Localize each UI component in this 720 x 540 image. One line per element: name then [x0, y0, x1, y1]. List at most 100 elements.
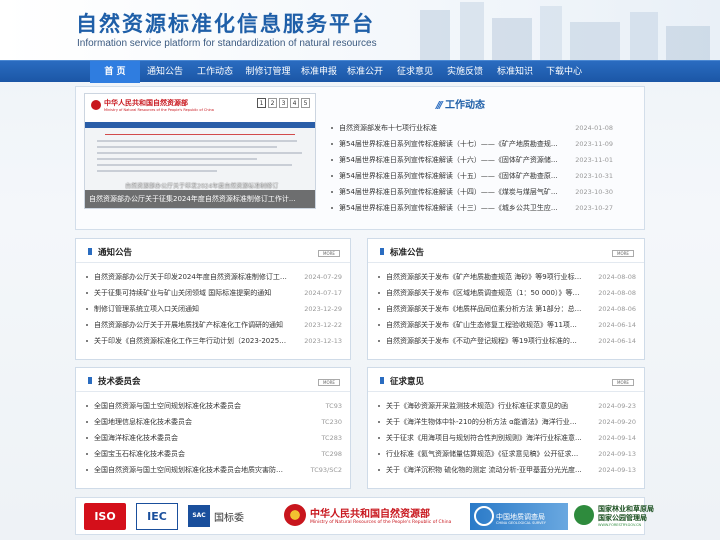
list-item[interactable]: 自然资源部办公厅关于印发2024年度自然资源标准制修订工作... 2024-07-… [86, 269, 342, 285]
list-item[interactable]: 全国自然资源与国土空间规划标准化技术委员会地质灾害防治... TC93/SC2 [86, 462, 342, 478]
list-item[interactable]: 第54届世界标准日系列宣传标准解读（十三）——《城乡公共卫生应... 2023-1… [331, 200, 613, 216]
opinion-list: 关于《海砂资源开采监测技术规范》行业标准征求意见的函 2024-09-23 关于《海… [378, 398, 636, 478]
iso-logo[interactable]: ISO [84, 503, 126, 530]
publish-more-button[interactable]: MORE [612, 250, 634, 257]
list-item[interactable]: 第54届世界标准日系列宣传标准解读（十七）——《矿产地质勘查规... 2023-1… [331, 136, 613, 152]
list-item-title[interactable]: 关于征求《用海项目与规划符合性判别规则》海洋行业标准意... [386, 430, 582, 446]
nav-knowledge[interactable]: 标准知识 [492, 61, 538, 83]
list-item-date: TC230 [321, 418, 342, 426]
list-item[interactable]: 自然资源部发布十七项行业标准 2024-01-08 [331, 120, 613, 136]
list-item[interactable]: 自然资源部办公厅关于开展地质找矿产标准化工作调研的通知 2023-12-22 [86, 317, 342, 333]
list-item[interactable]: 全国海洋标准化技术委员会 TC283 [86, 430, 342, 446]
list-item[interactable]: 关于印发《自然资源标准化工作三年行动计划（2023-2025年... 2023-1… [86, 333, 342, 349]
publish-box: 标准公告 MORE 自然资源部关于发布《矿产地质勘查规范 海砂》等9项行业标..… [367, 238, 645, 360]
banner-caption[interactable]: 自然资源部办公厅关于征集2024年度自然资源标准制修订工作计... [85, 190, 315, 208]
iec-logo[interactable]: IEC [136, 503, 178, 530]
committee-more-button[interactable]: MORE [318, 379, 340, 386]
sac-logo-text: 国标委 [214, 513, 244, 524]
nav-notice[interactable]: 通知公告 [142, 61, 188, 83]
list-item[interactable]: 全国自然资源与国土空间规划标准化技术委员会 TC93 [86, 398, 342, 414]
list-item-title[interactable]: 全国自然资源与国土空间规划标准化技术委员会 [94, 398, 288, 414]
list-item[interactable]: 关于征集可持续矿业与矿山关闭领域 国际标准提案的通知 2024-07-17 [86, 285, 342, 301]
list-item-title[interactable]: 第54届世界标准日系列宣传标准解读（十四）——《煤炭与煤层气矿... [339, 184, 559, 200]
banner-page-3[interactable]: 3 [279, 98, 288, 108]
list-item-title[interactable]: 全国自然资源与国土空间规划标准化技术委员会地质灾害防治... [94, 462, 288, 478]
list-item-title[interactable]: 第54届世界标准日系列宣传标准解读（十六）——《固体矿产资源储... [339, 152, 559, 168]
list-item[interactable]: 关于《海洋沉积物 硫化物的测定 流动分析-亚甲基蓝分光光度... 2024-09-… [378, 462, 636, 478]
nav-work-news[interactable]: 工作动态 [192, 61, 238, 83]
list-item-title[interactable]: 关于《海洋生物体中钋-210的分析方法 α能谱法》海洋行业标... [386, 414, 582, 430]
notice-more-button[interactable]: MORE [318, 250, 340, 257]
opinion-more-button[interactable]: MORE [612, 379, 634, 386]
list-item[interactable]: 自然资源部关于发布《地质样品同位素分析方法 第1部分：总... 2024-08-0… [378, 301, 636, 317]
mnr-logo[interactable]: 中华人民共和国自然资源部 Ministry of Natural Resourc… [284, 503, 458, 530]
list-item[interactable]: 自然资源部关于发布《矿山生态修复工程验收规范》等11项行... 2024-06-1… [378, 317, 636, 333]
list-item-title[interactable]: 自然资源部关于发布《地质样品同位素分析方法 第1部分：总... [386, 301, 582, 317]
sac-logo[interactable]: SAC 国标委 [188, 503, 278, 530]
list-item[interactable]: 关于征求《用海项目与规划符合性判别规则》海洋行业标准意... 2024-09-14 [378, 430, 636, 446]
bullet-icon [86, 308, 88, 310]
list-item-title[interactable]: 自然资源部关于发布《不动产登记规程》等19项行业标准的公告 [386, 333, 582, 349]
list-item[interactable]: 第54届世界标准日系列宣传标准解读（十四）——《煤炭与煤层气矿... 2023-1… [331, 184, 613, 200]
banner-caption-previous: 自然资源部办公厅关于印发2024年度自然资源标准制修订 [125, 183, 279, 190]
list-item-title[interactable]: 行业标准《氦气资源储量估算规范》《征求意见稿》公开征求... [386, 446, 582, 462]
list-item[interactable]: 全国宝玉石标准化技术委员会 TC298 [86, 446, 342, 462]
list-item-title[interactable]: 第54届世界标准日系列宣传标准解读（十五）——《固体矿产勘查原... [339, 168, 559, 184]
banner-slider[interactable]: 中华人民共和国自然资源部 Ministry of Natural Resourc… [84, 93, 316, 209]
banner-doc-line [97, 140, 297, 142]
list-item-title[interactable]: 第54届世界标准日系列宣传标准解读（十七）——《矿产地质勘查规... [339, 136, 559, 152]
nav-feedback[interactable]: 实施反馈 [442, 61, 488, 83]
geological-survey-logo[interactable]: 中国地质调查局 CHINA GEOLOGICAL SURVEY [470, 503, 568, 530]
bullet-icon [86, 421, 88, 423]
list-item-title[interactable]: 自然资源部关于发布《矿产地质勘查规范 海砂》等9项行业标... [386, 269, 582, 285]
bullet-icon [86, 469, 88, 471]
list-item-title[interactable]: 关于印发《自然资源标准化工作三年行动计划（2023-2025年... [94, 333, 288, 349]
list-item[interactable]: 关于《海砂资源开采监测技术规范》行业标准征求意见的函 2024-09-23 [378, 398, 636, 414]
nav-download[interactable]: 下载中心 [540, 61, 588, 83]
list-item-title[interactable]: 自然资源部发布十七项行业标准 [339, 120, 559, 136]
list-item-date: 2024-01-08 [575, 124, 613, 132]
list-item-date: 2024-09-23 [598, 402, 636, 410]
banner-doc-line [97, 158, 257, 160]
list-item[interactable]: 第54届世界标准日系列宣传标准解读（十六）——《固体矿产资源储... 2023-1… [331, 152, 613, 168]
list-item[interactable]: 全国地理信息标准化技术委员会 TC230 [86, 414, 342, 430]
list-item[interactable]: 制修订管理系统立项入口关闭通知 2023-12-29 [86, 301, 342, 317]
committee-box: 技术委员会 MORE 全国自然资源与国土空间规划标准化技术委员会 TC93 全国地理… [75, 367, 351, 489]
list-item-title[interactable]: 全国宝玉石标准化技术委员会 [94, 446, 288, 462]
banner-page-5[interactable]: 5 [301, 98, 310, 108]
banner-page-2[interactable]: 2 [268, 98, 277, 108]
banner-page-4[interactable]: 4 [290, 98, 299, 108]
nav-revision[interactable]: 制修订管理 [242, 61, 294, 83]
list-item[interactable]: 自然资源部关于发布《区域地质调查规范（1：50 000）》等2... 2024-0… [378, 285, 636, 301]
nav-declaration[interactable]: 标准申报 [296, 61, 342, 83]
list-item-title[interactable]: 自然资源部关于发布《矿山生态修复工程验收规范》等11项行... [386, 317, 582, 333]
forestry-logo[interactable]: 国家林业和草原局 国家公园管理局 WWW.FORESTRY.GOV.CN [574, 503, 654, 530]
list-item[interactable]: 自然资源部关于发布《矿产地质勘查规范 海砂》等9项行业标... 2024-08-0… [378, 269, 636, 285]
banner-ministry-en: Ministry of Natural Resources of the Peo… [104, 108, 214, 112]
list-item-title[interactable]: 全国地理信息标准化技术委员会 [94, 414, 288, 430]
list-item-title[interactable]: 关于征集可持续矿业与矿山关闭领域 国际标准提案的通知 [94, 285, 288, 301]
list-item[interactable]: 自然资源部关于发布《不动产登记规程》等19项行业标准的公告 2024-06-14 [378, 333, 636, 349]
nav-standard-public[interactable]: 标准公开 [342, 61, 388, 83]
banner-page-1[interactable]: 1 [257, 98, 266, 108]
site-subtitle: Information service platform for standar… [77, 38, 377, 49]
list-item-date: 2023-12-22 [304, 321, 342, 329]
slash-decoration-icon: /// [436, 100, 443, 111]
nav-home[interactable]: 首 页 [90, 61, 140, 83]
banner-doc-redline [105, 134, 295, 135]
list-item-date: 2024-08-06 [598, 305, 636, 313]
list-item-title[interactable]: 关于《海砂资源开采监测技术规范》行业标准征求意见的函 [386, 398, 582, 414]
list-item-title[interactable]: 自然资源部关于发布《区域地质调查规范（1：50 000）》等2... [386, 285, 582, 301]
list-item-title[interactable]: 关于《海洋沉积物 硫化物的测定 流动分析-亚甲基蓝分光光度... [386, 462, 582, 478]
list-item-title[interactable]: 自然资源部办公厅关于开展地质找矿产标准化工作调研的通知 [94, 317, 288, 333]
list-item[interactable]: 行业标准《氦气资源储量估算规范》《征求意见稿》公开征求... 2024-09-13 [378, 446, 636, 462]
list-item-title[interactable]: 制修订管理系统立项入口关闭通知 [94, 301, 288, 317]
list-item[interactable]: 第54届世界标准日系列宣传标准解读（十五）——《固体矿产勘查原... 2023-1… [331, 168, 613, 184]
list-item-title[interactable]: 第54届世界标准日系列宣传标准解读（十三）——《城乡公共卫生应... [339, 200, 559, 216]
title-bar-icon [88, 377, 92, 384]
nav-opinion[interactable]: 征求意见 [392, 61, 438, 83]
list-item-title[interactable]: 自然资源部办公厅关于印发2024年度自然资源标准制修订工作... [94, 269, 288, 285]
list-item-title[interactable]: 全国海洋标准化技术委员会 [94, 430, 288, 446]
bullet-icon [86, 292, 88, 294]
list-item[interactable]: 关于《海洋生物体中钋-210的分析方法 α能谱法》海洋行业标... 2024-09… [378, 414, 636, 430]
